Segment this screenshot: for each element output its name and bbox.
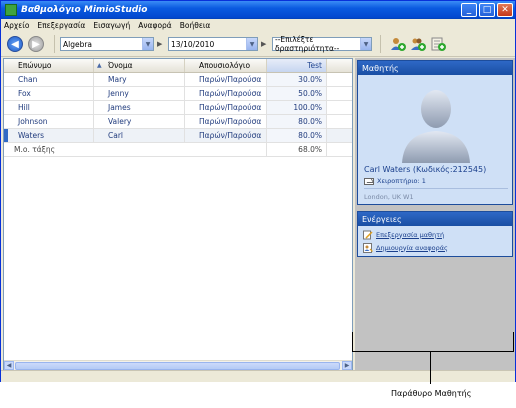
scrollbar-thumb[interactable] [15, 362, 340, 370]
arrow-right-icon: ▶ [32, 38, 40, 50]
cell-attendance[interactable]: Παρών/Παρούσα [185, 73, 267, 86]
app-icon [5, 4, 17, 16]
sort-asc-icon: ▲ [97, 62, 102, 69]
activity-select[interactable]: --Επιλέξτε δραστηριότητα-- ▼ [272, 35, 372, 53]
cell-test[interactable]: 30.0% [267, 73, 327, 86]
cell-firstname: Valery [94, 115, 185, 128]
cell-surname: Waters [4, 129, 94, 142]
create-report-link[interactable]: Δημιουργία αναφοράς [358, 241, 512, 254]
cell-test[interactable]: 50.0% [267, 87, 327, 100]
next-date-button[interactable]: ▶ [261, 39, 269, 49]
cell-firstname: Mary [94, 73, 185, 86]
edit-student-link[interactable]: Επεξεργασία μαθητή [358, 228, 512, 241]
callout-pointer [430, 351, 431, 384]
class-average-value: 68.0% [267, 143, 327, 156]
avatar [402, 90, 470, 163]
cell-surname: Fox [4, 87, 94, 100]
table-row[interactable]: Fox Jenny Παρών/Παρούσα 50.0% [4, 87, 352, 101]
date-value: 13/10/2010 [171, 39, 215, 49]
callout-bracket-right [513, 332, 514, 352]
close-button[interactable]: ✕ [497, 3, 513, 17]
chevron-down-icon: ▼ [246, 38, 257, 50]
student-panel: Μαθητής Carl Waters (Κωδικός:212545) Χει… [357, 60, 513, 205]
actions-panel: Ενέργειες Επεξεργασία μαθητή Δημιουργία … [357, 211, 513, 257]
student-name: Carl Waters (Κωδικός:212545) [364, 165, 487, 174]
envelope-icon [364, 177, 374, 185]
gradebook-grid: Επώνυμο ▲ Όνομα Απουσιολόγιο Test Chan M… [3, 58, 353, 371]
student-location: London, UK W1 [364, 193, 414, 201]
callout-caption: Παράθυρο Μαθητής [391, 389, 472, 398]
column-header-surname[interactable]: Επώνυμο [4, 59, 94, 72]
menu-help[interactable]: Βοήθεια [180, 21, 211, 30]
back-button[interactable]: ◀ [7, 36, 23, 52]
menu-insert[interactable]: Εισαγωγή [93, 21, 130, 30]
cell-test[interactable]: 100.0% [267, 101, 327, 114]
column-header-test[interactable]: Test [267, 59, 327, 72]
horizontal-scrollbar[interactable]: ◀ ▶ [4, 360, 352, 370]
date-select[interactable]: 13/10/2010 ▼ [168, 37, 258, 51]
right-pane: Μαθητής Carl Waters (Κωδικός:212545) Χει… [355, 58, 515, 371]
arrow-left-icon: ◀ [11, 38, 19, 50]
clipboard-row: Χειροπτήριο: 1 [364, 177, 426, 185]
table-row[interactable]: Chan Mary Παρών/Παρούσα 30.0% [4, 73, 352, 87]
column-header-firstname[interactable]: ▲ Όνομα [94, 59, 185, 72]
toolbar: ◀ ▶ Algebra ▼ ▶ 13/10/2010 ▼ ▶ --Επιλέξτ… [1, 32, 515, 57]
add-student-icon[interactable] [390, 36, 406, 52]
scroll-right-icon[interactable]: ▶ [342, 361, 352, 370]
callout-bracket-bottom [352, 351, 514, 352]
cell-attendance[interactable]: Παρών/Παρούσα [185, 129, 267, 142]
callout-bracket-left [352, 332, 353, 352]
cell-surname: Hill [4, 101, 94, 114]
cell-firstname: Carl [94, 129, 185, 142]
cell-attendance[interactable]: Παρών/Παρούσα [185, 101, 267, 114]
scroll-left-icon[interactable]: ◀ [4, 361, 14, 370]
cell-surname: Chan [4, 73, 94, 86]
window-title: Βαθμολόγιο MimioStudio [21, 5, 148, 15]
activity-value: --Επιλέξτε δραστηριότητα-- [275, 35, 340, 53]
status-bar [1, 370, 515, 382]
table-row[interactable]: Hill James Παρών/Παρούσα 100.0% [4, 101, 352, 115]
column-header-firstname-label: Όνομα [108, 61, 133, 70]
grid-header: Επώνυμο ▲ Όνομα Απουσιολόγιο Test [4, 59, 352, 73]
edit-student-label: Επεξεργασία μαθητή [376, 230, 445, 239]
cell-test[interactable]: 80.0% [267, 115, 327, 128]
subject-value: Algebra [63, 39, 93, 49]
prev-subject-button[interactable]: ▶ [157, 39, 165, 49]
cell-firstname: James [94, 101, 185, 114]
class-average-row: Μ.ο. τάξης 68.0% [4, 143, 352, 157]
table-row-selected[interactable]: Waters Carl Παρών/Παρούσα 80.0% [4, 129, 352, 143]
title-bar: Βαθμολόγιο MimioStudio _ □ ✕ [1, 1, 515, 19]
maximize-button[interactable]: □ [479, 3, 495, 17]
subject-select[interactable]: Algebra ▼ [60, 37, 154, 51]
actions-panel-title: Ενέργειες [358, 212, 512, 226]
minimize-button[interactable]: _ [461, 3, 477, 17]
report-icon [363, 242, 373, 253]
cell-attendance[interactable]: Παρών/Παρούσα [185, 115, 267, 128]
toolbar-separator [54, 35, 55, 53]
cell-test[interactable]: 80.0% [267, 129, 327, 142]
cell-surname: Johnson [4, 115, 94, 128]
edit-student-icon [363, 230, 373, 239]
menu-report[interactable]: Αναφορά [138, 21, 172, 30]
chevron-down-icon: ▼ [142, 38, 153, 50]
table-row[interactable]: Johnson Valery Παρών/Παρούσα 80.0% [4, 115, 352, 129]
cell-firstname: Jenny [94, 87, 185, 100]
add-class-icon[interactable] [410, 36, 426, 52]
add-activity-icon[interactable] [430, 36, 446, 52]
create-report-label: Δημιουργία αναφοράς [376, 243, 448, 252]
app-window: Βαθμολόγιο MimioStudio _ □ ✕ Αρχείο Επεξ… [0, 0, 516, 382]
toolbar-separator [380, 35, 381, 53]
divider [364, 188, 508, 189]
clipboard-label: Χειροπτήριο: 1 [377, 177, 426, 185]
menu-bar: Αρχείο Επεξεργασία Εισαγωγή Αναφορά Βοήθ… [1, 19, 515, 32]
forward-button[interactable]: ▶ [28, 36, 44, 52]
chevron-down-icon: ▼ [360, 38, 371, 50]
column-header-attendance[interactable]: Απουσιολόγιο [185, 59, 267, 72]
student-panel-title: Μαθητής [358, 61, 512, 75]
class-average-label: Μ.ο. τάξης [4, 143, 267, 156]
menu-edit[interactable]: Επεξεργασία [37, 21, 85, 30]
menu-file[interactable]: Αρχείο [4, 21, 29, 30]
cell-attendance[interactable]: Παρών/Παρούσα [185, 87, 267, 100]
